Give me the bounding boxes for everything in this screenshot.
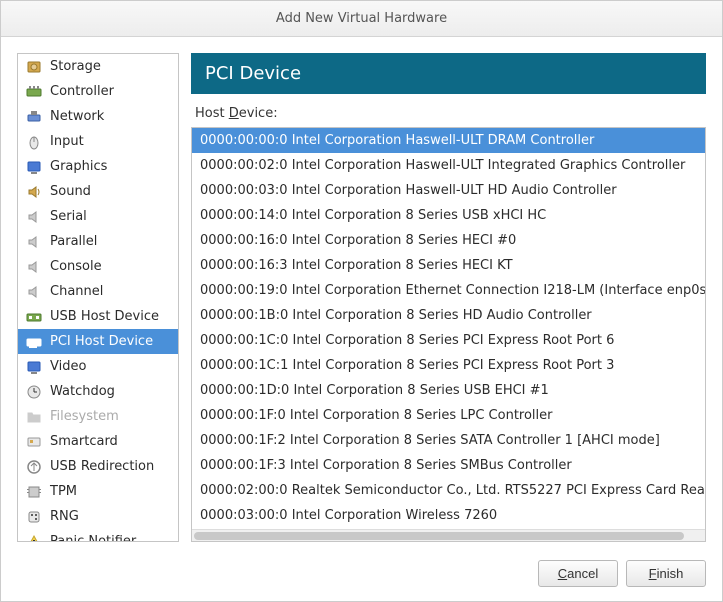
panic-icon [26,534,42,543]
pci-device-item[interactable]: 0000:00:1C:0 Intel Corporation 8 Series … [192,328,705,353]
watchdog-icon [26,384,42,400]
sidebar-item-label: PCI Host Device [50,334,153,349]
content-area: Storage Controller Network Input Graphics Sou… [1,37,722,550]
network-icon [26,109,42,125]
sidebar-item-controller[interactable]: Controller [18,79,178,104]
sidebar-item-label: Console [50,259,102,274]
usbredir-icon [26,459,42,475]
pci-device-item[interactable]: 0000:00:00:0 Intel Corporation Haswell-U… [192,128,705,153]
serial-icon [26,209,42,225]
sidebar-item-label: Serial [50,209,87,224]
window-title: Add New Virtual Hardware [276,11,447,26]
device-list-container: 0000:00:00:0 Intel Corporation Haswell-U… [191,127,706,542]
sidebar-item-panic-notifier[interactable]: Panic Notifier [18,529,178,542]
dialog-window: Add New Virtual Hardware Storage Controll… [0,0,723,602]
sidebar-item-label: Smartcard [50,434,118,449]
finish-button[interactable]: Finish [626,560,706,587]
pci-device-item[interactable]: 0000:00:03:0 Intel Corporation Haswell-U… [192,178,705,203]
input-icon [26,134,42,150]
pci-device-item[interactable]: 0000:00:14:0 Intel Corporation 8 Series … [192,203,705,228]
pci-device-item[interactable]: 0000:00:1F:3 Intel Corporation 8 Series … [192,453,705,478]
sidebar-item-label: Input [50,134,84,149]
pci-device-item[interactable]: 0000:00:1F:2 Intel Corporation 8 Series … [192,428,705,453]
sidebar-item-label: Sound [50,184,91,199]
sidebar-item-label: USB Redirection [50,459,154,474]
console-icon [26,259,42,275]
sidebar-item-label: Watchdog [50,384,115,399]
sidebar-item-label: TPM [50,484,77,499]
sidebar-item-sound[interactable]: Sound [18,179,178,204]
sidebar-item-usb-redirection[interactable]: USB Redirection [18,454,178,479]
sidebar-item-channel[interactable]: Channel [18,279,178,304]
graphics-icon [26,159,42,175]
pci-device-item[interactable]: 0000:03:00:0 Intel Corporation Wireless … [192,503,705,528]
filesystem-icon [26,409,42,425]
sidebar-item-network[interactable]: Network [18,104,178,129]
sidebar-item-label: RNG [50,509,79,524]
sidebar-item-label: Channel [50,284,103,299]
pci-device-list[interactable]: 0000:00:00:0 Intel Corporation Haswell-U… [192,128,705,529]
parallel-icon [26,234,42,250]
sidebar-item-graphics[interactable]: Graphics [18,154,178,179]
sidebar-item-label: Filesystem [50,409,119,424]
smartcard-icon [26,434,42,450]
pci-device-item[interactable]: 0000:02:00:0 Realtek Semiconductor Co., … [192,478,705,503]
pci-device-item[interactable]: 0000:00:19:0 Intel Corporation Ethernet … [192,278,705,303]
horizontal-scrollbar[interactable] [192,529,705,541]
sidebar-item-label: Controller [50,84,114,99]
panel-title: PCI Device [191,53,706,94]
pci-device-item[interactable]: 0000:00:16:0 Intel Corporation 8 Series … [192,228,705,253]
pci-device-item[interactable]: 0000:00:1D:0 Intel Corporation 8 Series … [192,378,705,403]
sidebar-item-tpm[interactable]: TPM [18,479,178,504]
controller-icon [26,84,42,100]
sidebar-item-rng[interactable]: RNG [18,504,178,529]
sidebar-item-input[interactable]: Input [18,129,178,154]
video-icon [26,359,42,375]
sidebar-item-parallel[interactable]: Parallel [18,229,178,254]
sidebar-item-storage[interactable]: Storage [18,54,178,79]
pci-device-item[interactable]: 0000:00:1F:0 Intel Corporation 8 Series … [192,403,705,428]
titlebar: Add New Virtual Hardware [1,1,722,37]
usb-icon [26,309,42,325]
sidebar-item-watchdog[interactable]: Watchdog [18,379,178,404]
pci-device-item[interactable]: 0000:00:02:0 Intel Corporation Haswell-U… [192,153,705,178]
sidebar-item-label: USB Host Device [50,309,159,324]
scrollbar-thumb[interactable] [194,532,684,540]
channel-icon [26,284,42,300]
sidebar-item-serial[interactable]: Serial [18,204,178,229]
sidebar-item-label: Parallel [50,234,97,249]
sidebar-item-console[interactable]: Console [18,254,178,279]
storage-icon [26,59,42,75]
hardware-category-list[interactable]: Storage Controller Network Input Graphics Sou… [17,53,179,542]
sidebar-item-usb-host-device[interactable]: USB Host Device [18,304,178,329]
pci-device-item[interactable]: 0000:00:1C:1 Intel Corporation 8 Series … [192,353,705,378]
dialog-footer: Cancel Finish [1,550,722,601]
sidebar-item-smartcard[interactable]: Smartcard [18,429,178,454]
sound-icon [26,184,42,200]
rng-icon [26,509,42,525]
cancel-button[interactable]: Cancel [538,560,618,587]
tpm-icon [26,484,42,500]
sidebar-item-label: Network [50,109,104,124]
pci-device-item[interactable]: 0000:00:1B:0 Intel Corporation 8 Series … [192,303,705,328]
sidebar-item-label: Video [50,359,86,374]
sidebar-item-pci-host-device[interactable]: PCI Host Device [18,329,178,354]
sidebar-item-filesystem: Filesystem [18,404,178,429]
sidebar-item-video[interactable]: Video [18,354,178,379]
sidebar-item-label: Graphics [50,159,107,174]
sidebar-item-label: Panic Notifier [50,534,136,542]
host-device-label: Host Device: [195,106,706,121]
sidebar-item-label: Storage [50,59,101,74]
pci-device-item[interactable]: 0000:00:16:3 Intel Corporation 8 Series … [192,253,705,278]
main-panel: PCI Device Host Device: 0000:00:00:0 Int… [191,53,706,542]
pci-icon [26,334,42,350]
